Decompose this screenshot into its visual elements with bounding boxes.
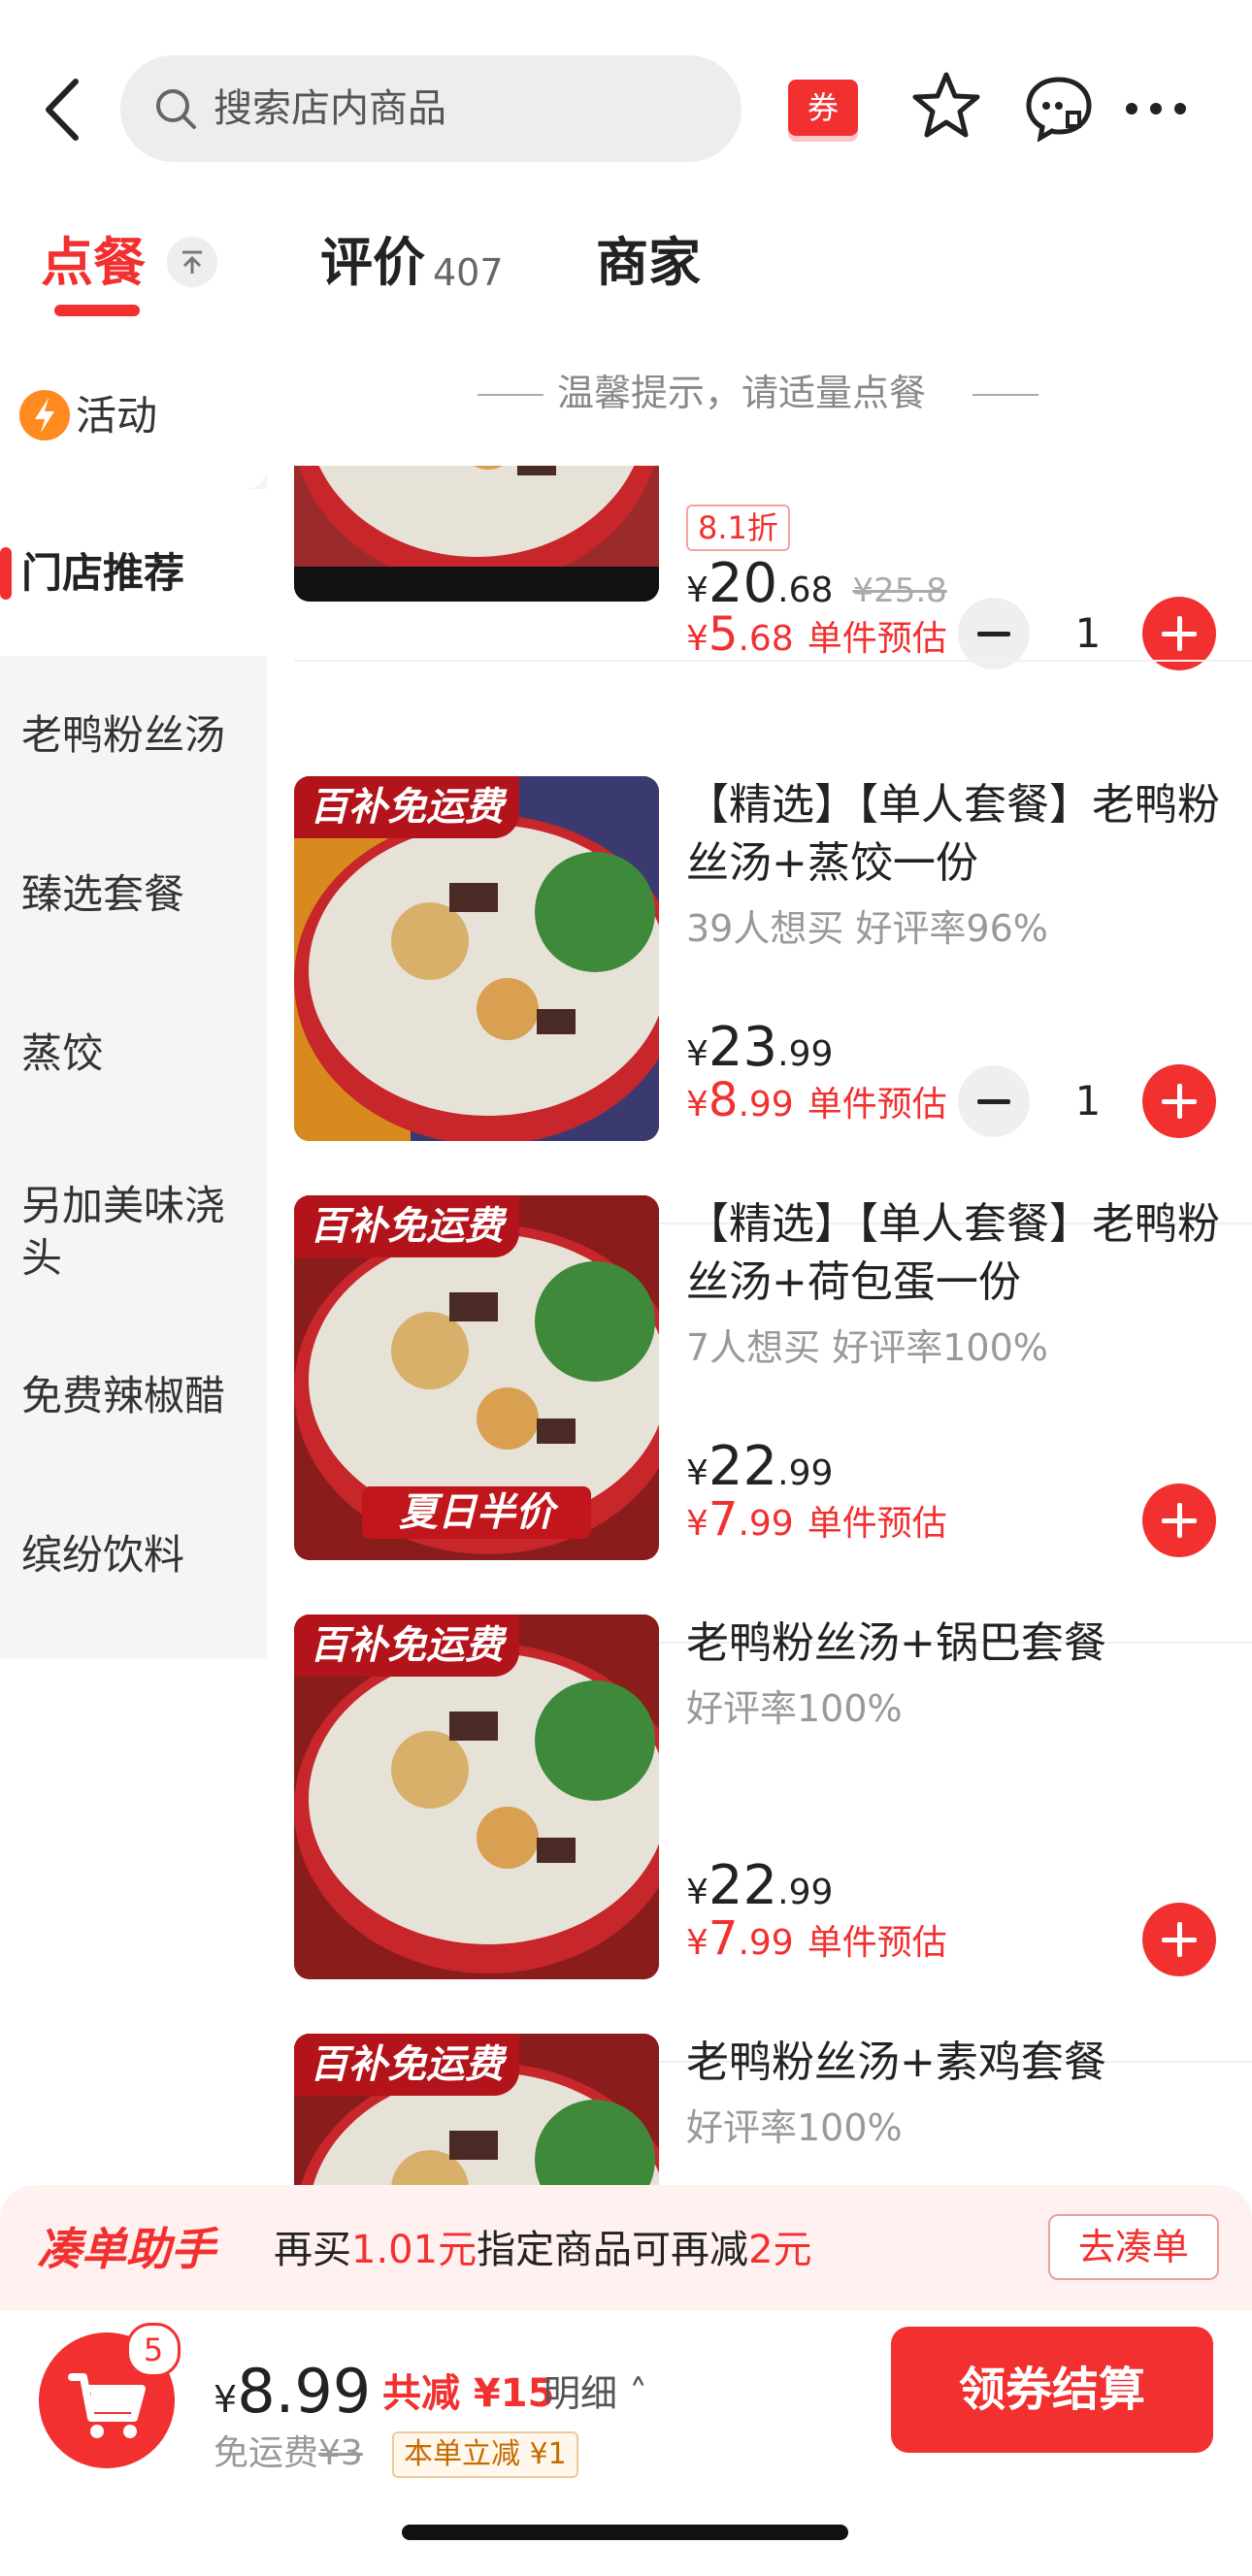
instant-discount-badge: 本单立减 ¥1 <box>392 2431 578 2478</box>
coupon-button[interactable]: 券 <box>788 80 858 136</box>
product-card[interactable]: 8.1折 ¥20.68 ¥25.8 ¥5.68 单件预估 1 <box>267 466 1252 670</box>
back-icon[interactable] <box>39 76 87 144</box>
tab-review[interactable]: 评价 <box>320 229 425 297</box>
sidebar-item-label: 免费辣椒醋 <box>21 1372 226 1419</box>
decrease-quantity-button[interactable] <box>958 598 1030 669</box>
sidebar-item-store-recommend[interactable]: 门店推荐 <box>0 489 267 656</box>
sidebar-item-duck-soup[interactable]: 老鸭粉丝汤 <box>0 656 267 815</box>
product-title: 【精选】【单人套餐】老鸭粉丝汤+荷包蛋一份 <box>686 1199 1220 1307</box>
add-more-button[interactable]: 去凑单 <box>1048 2214 1219 2280</box>
product-stats: 好评率100% <box>686 1687 903 1730</box>
sidebar-item-toppings[interactable]: 另加美味浇头 <box>0 1133 267 1323</box>
product-image: 百补免运费 夏日半价 <box>294 1195 659 1560</box>
product-stats: 39人想买 好评率96% <box>686 907 1048 950</box>
add-to-cart-button[interactable] <box>1142 1064 1216 1138</box>
product-image <box>294 466 659 602</box>
helper-text: 再买1.01元指定商品可再减2元 <box>274 2228 812 2272</box>
summer-half-price-label: 夏日半价 <box>362 1486 591 1539</box>
sidebar-item-dumplings[interactable]: 蒸饺 <box>0 974 267 1133</box>
product-list: 8.1折 ¥20.68 ¥25.8 ¥5.68 单件预估 1 百补免运费 【精选】【… <box>267 466 1252 2185</box>
delivery-fee: 免运费¥3 <box>214 2433 363 2473</box>
sidebar-item-label: 蒸饺 <box>21 1029 104 1077</box>
sidebar-item-activity[interactable]: 活动 <box>0 338 267 489</box>
tip-divider <box>972 394 1038 396</box>
sidebar-item-chili-vinegar[interactable]: 免费辣椒醋 <box>0 1323 267 1483</box>
promo-badge: 百补免运费 <box>294 2034 519 2096</box>
sidebar-active-indicator <box>0 547 12 600</box>
estimated-price: ¥7.99 单件预估 <box>686 1911 947 1966</box>
search-input[interactable]: 搜索店内商品 <box>120 55 741 162</box>
card-divider <box>294 660 1252 662</box>
add-to-cart-button[interactable] <box>1142 1484 1216 1557</box>
discount-badge: 8.1折 <box>686 505 790 551</box>
order-helper-bar: 凑单助手 再买1.01元指定商品可再减2元 去凑单 <box>0 2185 1252 2311</box>
tab-active-indicator <box>54 305 140 316</box>
product-title: 老鸭粉丝汤+锅巴套餐 <box>686 1618 1106 1668</box>
price-detail-toggle[interactable]: 明细 ˄ <box>544 2369 647 2418</box>
search-placeholder: 搜索店内商品 <box>214 86 446 131</box>
add-to-cart-button[interactable] <box>1142 1903 1216 1976</box>
estimated-price: ¥5.68 单件预估 <box>686 607 947 662</box>
home-indicator <box>402 2525 848 2540</box>
activity-icon <box>19 390 70 440</box>
product-title: 【精选】【单人套餐】老鸭粉丝汤+蒸饺一份 <box>686 780 1220 888</box>
product-title: 老鸭粉丝汤+素鸡套餐 <box>686 2038 1106 2087</box>
quantity-value: 1 <box>1074 1077 1102 1125</box>
promo-badge: 百补免运费 <box>294 1614 519 1677</box>
top-bar: 搜索店内商品 券 <box>0 0 1252 194</box>
checkout-button[interactable]: 领券结算 <box>891 2327 1213 2453</box>
product-image: 百补免运费 <box>294 776 659 1141</box>
collapse-icon[interactable] <box>167 237 217 287</box>
product-image: 百补免运费 <box>294 2034 659 2185</box>
cart-count-badge: 5 <box>126 2323 181 2377</box>
product-card[interactable]: 百补免运费 夏日半价 【精选】【单人套餐】老鸭粉丝汤+荷包蛋一份 7人想买 好评… <box>267 1195 1252 1644</box>
promo-badge: 百补免运费 <box>294 1195 519 1257</box>
sidebar-item-set-meal[interactable]: 臻选套餐 <box>0 815 267 974</box>
original-price: ¥25.8 <box>852 571 947 610</box>
product-card[interactable]: 百补免运费 【精选】【单人套餐】老鸭粉丝汤+蒸饺一份 39人想买 好评率96% … <box>267 776 1252 1224</box>
tip-divider <box>478 394 544 396</box>
product-stats: 好评率100% <box>686 2106 903 2149</box>
sidebar-item-label: 老鸭粉丝汤 <box>21 711 226 759</box>
tab-merchant[interactable]: 商家 <box>596 229 701 297</box>
sidebar-item-label: 臻选套餐 <box>21 870 185 918</box>
product-card[interactable]: 百补免运费 老鸭粉丝汤+素鸡套餐 好评率100% <box>267 2034 1252 2185</box>
estimated-price: ¥7.99 单件预估 <box>686 1492 947 1547</box>
total-saved: 共减 ¥15 <box>382 2371 555 2416</box>
tip-text: 温馨提示，请适量点餐 <box>557 372 927 414</box>
sidebar-item-drinks[interactable]: 缤纷饮料 <box>0 1483 267 1642</box>
more-icon[interactable] <box>1122 97 1190 120</box>
promo-badge: 百补免运费 <box>294 776 519 838</box>
quantity-value: 1 <box>1074 609 1102 657</box>
product-image: 百补免运费 <box>294 1614 659 1979</box>
product-card[interactable]: 百补免运费 老鸭粉丝汤+锅巴套餐 好评率100% ¥22.99 ¥7.99 单件预… <box>267 1614 1252 2063</box>
tab-bar: 点餐 评价 407 商家 <box>0 194 1252 338</box>
star-icon[interactable] <box>910 70 982 142</box>
sidebar-item-label: 活动 <box>76 392 158 440</box>
decrease-quantity-button[interactable] <box>958 1065 1030 1137</box>
sidebar-item-label: 门店推荐 <box>21 549 185 597</box>
sidebar-item-label: 另加美味浇头 <box>21 1182 226 1282</box>
soup-bowl-image <box>294 466 659 602</box>
review-count: 407 <box>433 251 504 294</box>
helper-title: 凑单助手 <box>37 2223 215 2275</box>
message-icon[interactable] <box>1023 74 1095 142</box>
category-sidebar: 活动 门店推荐 老鸭粉丝汤 臻选套餐 蒸饺 另加美味浇头 免费辣椒醋 缤纷饮料 <box>0 338 267 1659</box>
product-stats: 7人想买 好评率100% <box>686 1326 1048 1369</box>
estimated-price: ¥8.99 单件预估 <box>686 1073 947 1127</box>
sidebar-item-label: 缤纷饮料 <box>21 1531 185 1579</box>
tab-order[interactable]: 点餐 <box>41 229 146 297</box>
search-icon <box>156 89 196 129</box>
